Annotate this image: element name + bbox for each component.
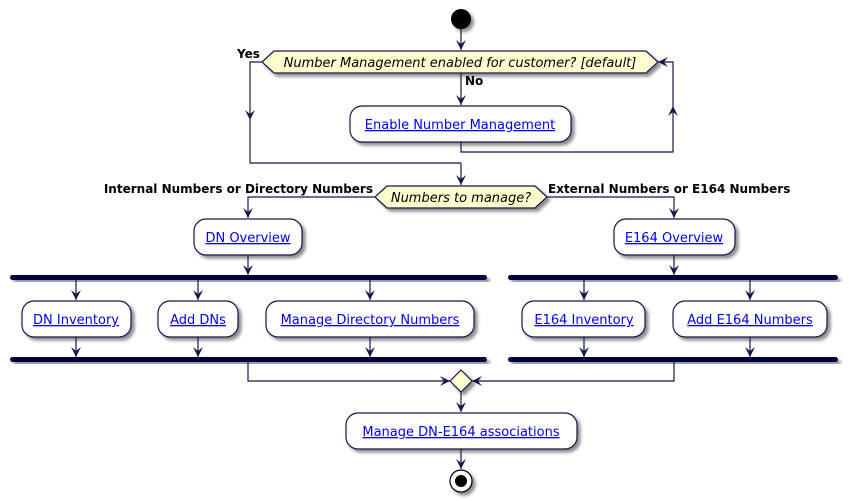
- e164-join-bar: [508, 357, 838, 362]
- decision2-right-label: External Numbers or E164 Numbers: [548, 182, 790, 196]
- edge-to-e164-overview: [547, 196, 675, 218]
- activity-diagram: Number Management enabled for customer? …: [10, 9, 838, 493]
- dn-join-bar: [10, 357, 487, 362]
- manage-dn-e164-associations-link[interactable]: Manage DN-E164 associations: [362, 425, 559, 440]
- merge-node: [449, 369, 473, 393]
- add-e164-numbers-link[interactable]: Add E164 Numbers: [687, 313, 813, 328]
- decision2-left-label: Internal Numbers or Directory Numbers: [104, 182, 373, 196]
- decision1-yes-label: Yes: [236, 47, 260, 61]
- decision2-question: Numbers to manage?: [391, 191, 531, 206]
- manage-directory-numbers-link[interactable]: Manage Directory Numbers: [281, 313, 460, 328]
- end-node: [449, 469, 473, 493]
- enable-number-management-link[interactable]: Enable Number Management: [365, 118, 555, 133]
- dn-inventory-link[interactable]: DN Inventory: [33, 313, 119, 328]
- dn-overview-link[interactable]: DN Overview: [205, 231, 290, 246]
- e164-fork-bar: [508, 275, 838, 280]
- edge-e164-join-to-merge: [472, 362, 675, 382]
- decision1-no-label: No: [465, 74, 483, 88]
- e164-inventory-link[interactable]: E164 Inventory: [534, 313, 634, 328]
- e164-branch: E164 Inventory Add E164 Numbers: [521, 280, 828, 357]
- decision1-question: Number Management enabled for customer? …: [284, 56, 637, 71]
- e164-overview-link[interactable]: E164 Overview: [625, 231, 724, 246]
- dn-fork-bar: [10, 275, 487, 280]
- edge-to-dn-overview: [247, 196, 375, 218]
- add-dns-link[interactable]: Add DNs: [170, 313, 226, 328]
- dn-branch: DN Inventory Add DNs Manage Directory Nu…: [21, 280, 475, 357]
- start-node: [451, 9, 471, 29]
- edge-dn-join-to-merge: [247, 362, 450, 382]
